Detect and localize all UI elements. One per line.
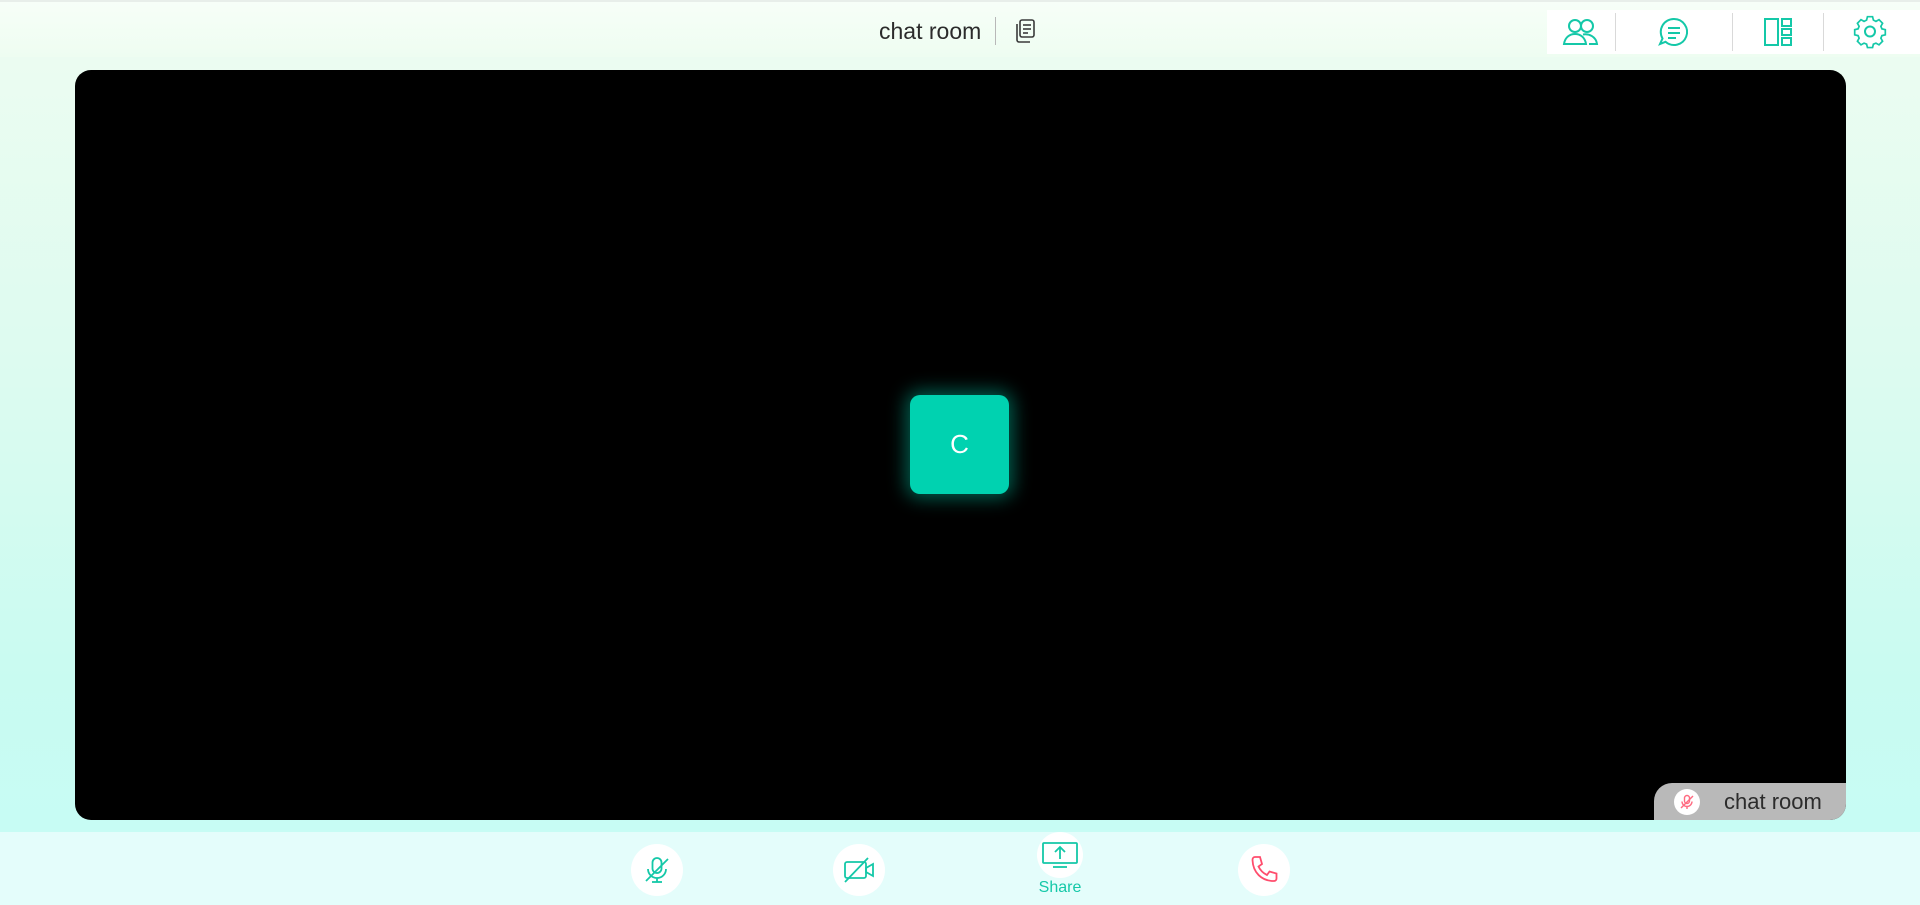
mic-toggle-button[interactable] bbox=[631, 844, 683, 896]
title-divider bbox=[995, 17, 997, 45]
hang-up-icon bbox=[1248, 854, 1280, 886]
mic-muted-icon bbox=[642, 855, 672, 885]
participant-name-tag: chat room bbox=[1654, 783, 1846, 820]
layout-icon[interactable] bbox=[1733, 10, 1823, 54]
share-screen-icon bbox=[1037, 832, 1083, 878]
chat-icon[interactable] bbox=[1616, 10, 1732, 54]
top-actions bbox=[1547, 10, 1920, 54]
video-stage: C chat room bbox=[75, 70, 1846, 820]
participant-avatar: C bbox=[910, 395, 1009, 494]
top-bar: chat room bbox=[0, 0, 1920, 57]
copy-icon[interactable] bbox=[1010, 16, 1040, 46]
share-label: Share bbox=[1038, 879, 1082, 896]
control-bar: Share bbox=[0, 832, 1920, 905]
participant-name: chat room bbox=[1724, 788, 1822, 814]
share-screen-button[interactable]: Share bbox=[1035, 832, 1085, 897]
camera-off-icon bbox=[842, 855, 876, 885]
room-title-group: chat room bbox=[879, 16, 1040, 46]
camera-toggle-button[interactable] bbox=[833, 844, 885, 896]
settings-icon[interactable] bbox=[1824, 10, 1916, 54]
mic-muted-icon bbox=[1674, 788, 1700, 815]
participants-icon[interactable] bbox=[1547, 10, 1615, 54]
hang-up-button[interactable] bbox=[1238, 844, 1290, 896]
room-title: chat room bbox=[879, 17, 982, 44]
